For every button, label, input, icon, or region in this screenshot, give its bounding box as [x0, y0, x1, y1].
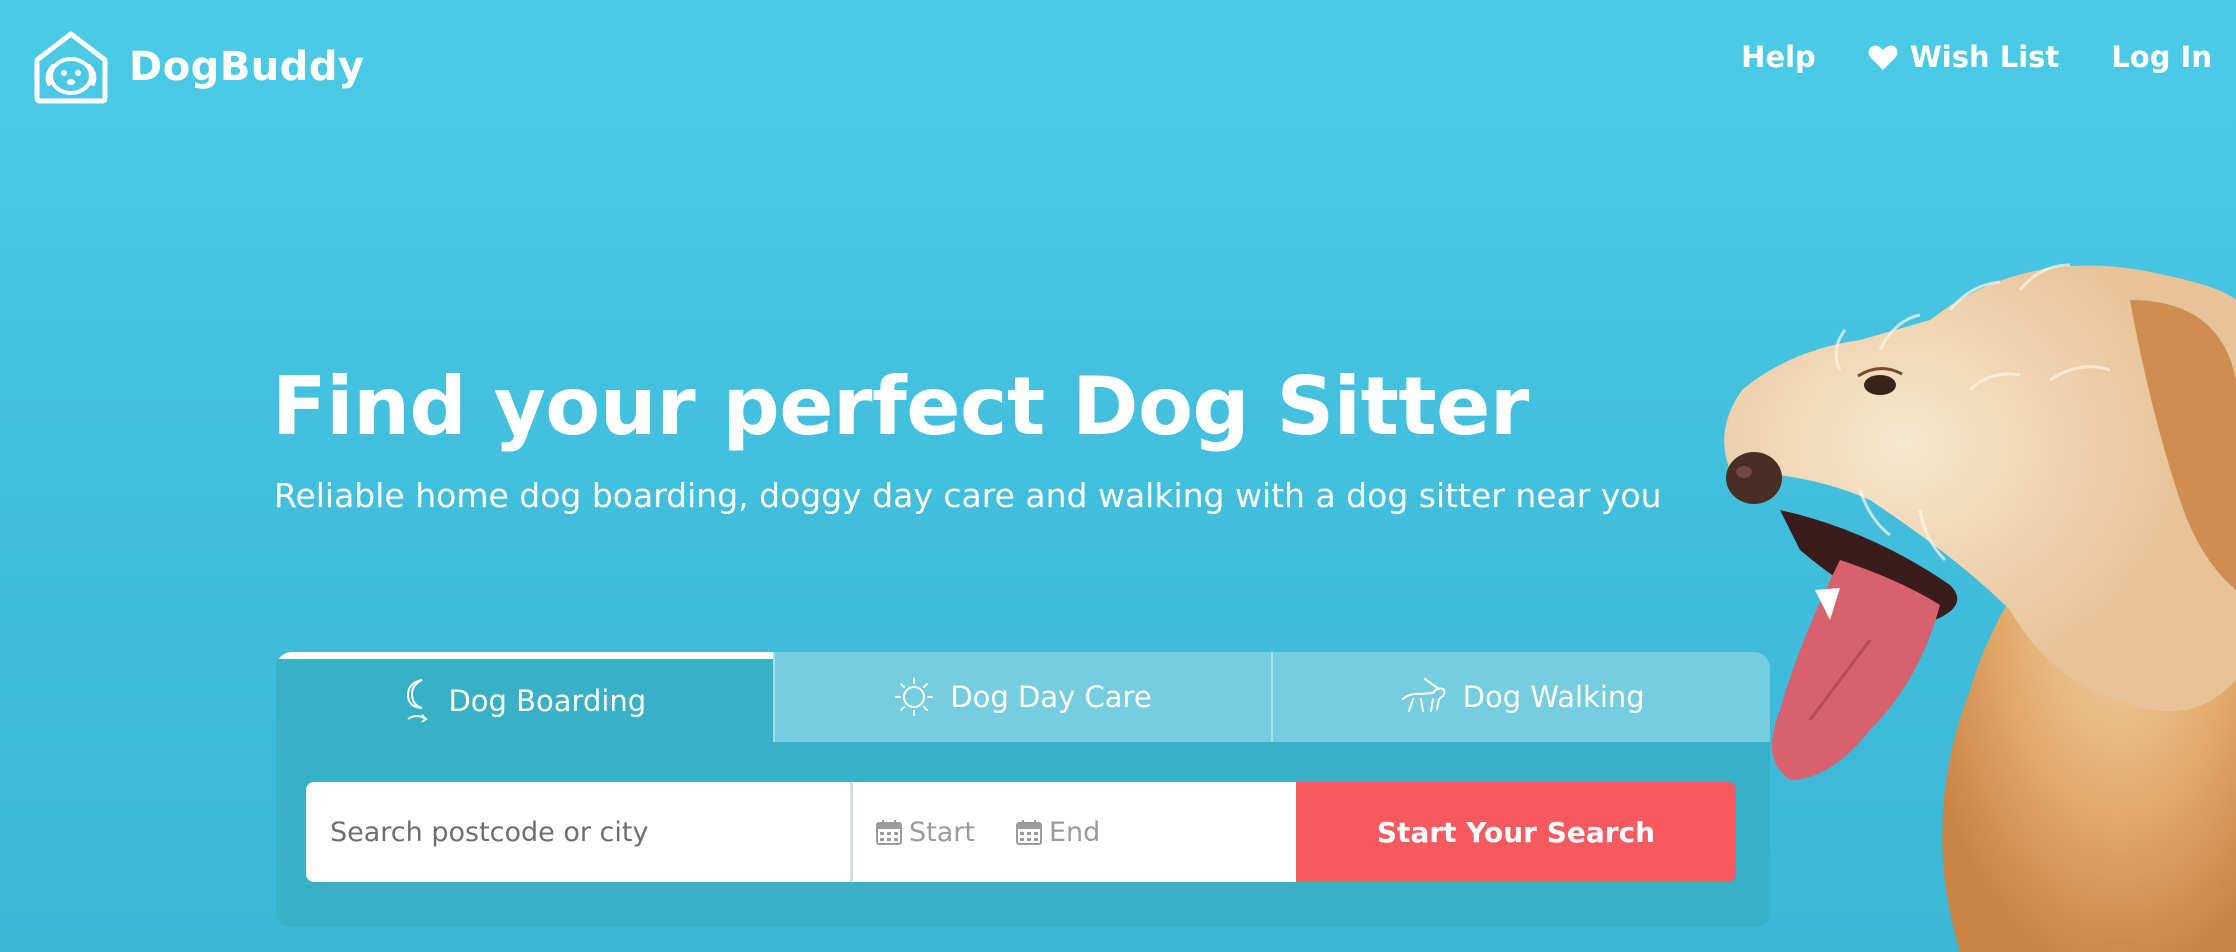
end-date-label: End — [1048, 816, 1101, 848]
hero-title: Find your perfect Dog Sitter — [272, 360, 1529, 453]
heart-icon — [1868, 45, 1898, 70]
tab-dog-walking[interactable]: Dog Walking — [1271, 652, 1770, 742]
brand-logo[interactable]: DogBuddy — [31, 30, 365, 104]
calendar-icon — [1015, 820, 1042, 845]
calendar-icon — [876, 820, 902, 845]
nav-wishlist-label: Wish List — [1909, 40, 2060, 74]
top-nav: Help Wish List Log In — [1689, 40, 2212, 74]
site-header: DogBuddy Help Wish List Log In — [0, 0, 2236, 130]
end-date-field[interactable]: End — [1015, 817, 1100, 848]
nav-wishlist-link[interactable]: Wish List — [1868, 40, 2059, 74]
search-panel: Dog Boarding Dog Day Care Dog Walking Se… — [276, 652, 1770, 927]
nav-help-link[interactable]: Help — [1741, 40, 1816, 74]
date-range: Start End — [850, 782, 1296, 882]
start-date-field[interactable]: Start — [875, 817, 975, 848]
nav-login-link[interactable]: Log In — [2111, 40, 2212, 74]
start-search-button[interactable]: Start Your Search — [1296, 782, 1736, 882]
dog-walking-icon — [1401, 678, 1446, 712]
search-form: Start End Start Your Search — [306, 782, 1736, 882]
moon-icon — [407, 678, 428, 723]
tab-dog-walking-label: Dog Walking — [1462, 680, 1645, 714]
service-tabs: Dog Boarding Dog Day Care Dog Walking — [276, 652, 1770, 742]
brand-name: DogBuddy — [129, 44, 365, 90]
dog-house-icon — [34, 31, 108, 104]
tab-dog-boarding[interactable]: Dog Boarding — [276, 652, 773, 742]
hero-subtitle: Reliable home dog boarding, doggy day ca… — [274, 476, 1662, 515]
tab-dog-day-care[interactable]: Dog Day Care — [772, 652, 1272, 742]
tab-dog-boarding-label: Dog Boarding — [448, 683, 647, 718]
search-location-input[interactable] — [306, 782, 850, 882]
sun-icon — [895, 678, 934, 716]
start-date-label: Start — [909, 816, 975, 848]
dog-photo — [1724, 263, 2236, 952]
tab-dog-day-care-label: Dog Day Care — [950, 680, 1152, 714]
